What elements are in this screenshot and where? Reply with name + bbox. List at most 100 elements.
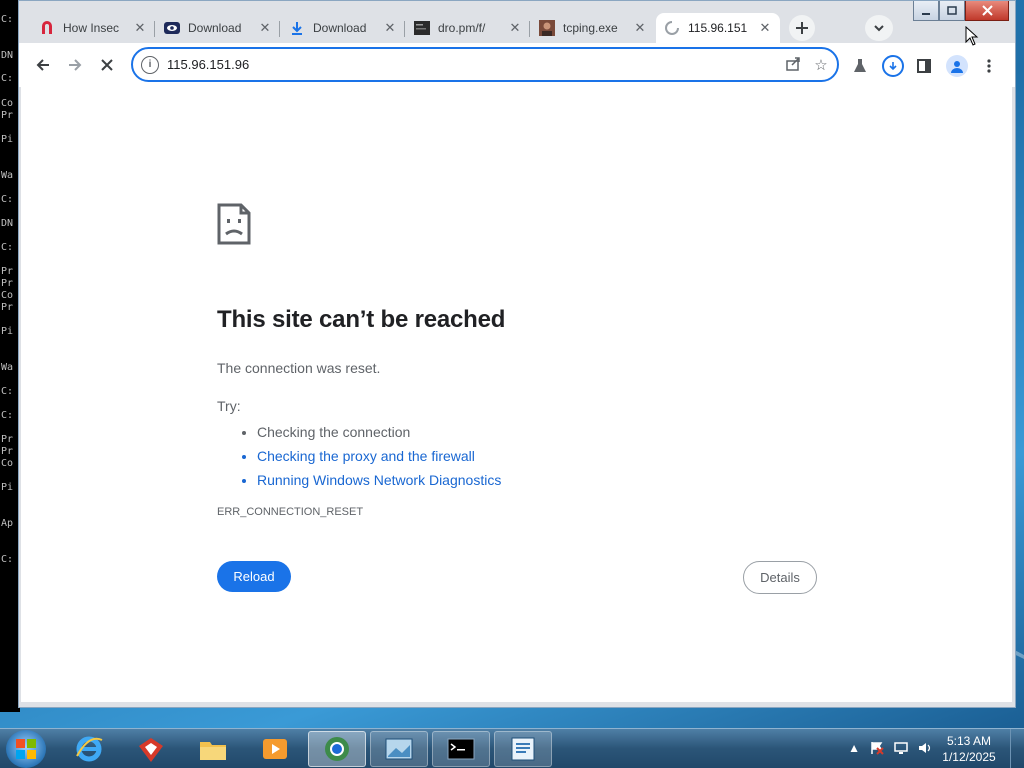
cmd-line: Pi [1,482,14,493]
chevron-down-icon [874,25,884,32]
page-content: This site can’t be reached The connectio… [21,87,1012,702]
window-controls [913,1,1009,21]
tab-close-icon[interactable]: ✕ [633,20,647,36]
cmd-line: DN [1,218,14,229]
tab-close-icon[interactable]: ✕ [508,20,522,36]
taskbar-window-2[interactable] [370,731,428,767]
tab-tcping[interactable]: tcping.exe ✕ [531,13,655,43]
share-icon[interactable] [781,55,805,75]
cmd-line: Co [1,98,14,109]
stop-loading-button[interactable] [93,51,121,79]
clock-time: 5:13 AM [946,734,992,748]
tab-close-icon[interactable]: ✕ [383,20,397,36]
cmd-line: Pr [1,110,14,121]
tab-how-insec[interactable]: How Insec ✕ [31,13,155,43]
taskbar-explorer[interactable] [184,731,242,767]
forward-button[interactable] [61,51,89,79]
taskbar-notepad[interactable] [494,731,552,767]
tab-separator [404,21,405,37]
cmd-line: C: [1,14,14,25]
taskbar-cmd[interactable] [432,731,490,767]
tab-dro-pm[interactable]: dro.pm/f/ ✕ [406,13,530,43]
start-button[interactable] [6,730,46,768]
labs-flask-icon[interactable] [849,55,871,77]
try-label: Try: [217,398,241,414]
taskbar: ▲ 5:13 AM 1/12/2025 [0,728,1024,768]
tray-expand-icon[interactable]: ▲ [848,741,860,755]
suggestion-proxy-firewall-link[interactable]: Checking the proxy and the firewall [257,444,817,468]
error-subtitle: The connection was reset. [217,360,381,376]
red-box-icon [139,738,163,762]
bookmark-star-icon[interactable]: ☆ [809,56,833,74]
tab-title: dro.pm/f/ [438,21,486,35]
sad-page-icon [217,203,251,245]
browser-toolbar: i 115.96.151.96 ☆ [19,43,1015,87]
show-desktop-button[interactable] [1010,729,1024,768]
cmd-line: Co [1,290,14,301]
cmd-line: Pi [1,326,14,337]
tab-active-ip[interactable]: 115.96.151 ✕ [656,13,780,43]
new-tab-button[interactable] [789,15,815,41]
taskbar-media-player[interactable] [246,731,304,767]
reload-button[interactable]: Reload [217,561,291,592]
screenshot-window-icon [385,738,413,760]
taskbar-clock[interactable]: 5:13 AM 1/12/2025 [938,733,1000,765]
close-window-button[interactable] [965,1,1009,21]
tab-title: Download [188,21,242,35]
action-center-flag-icon[interactable] [870,741,884,755]
cmd-line: Pr [1,302,14,313]
cmd-line: Wa [1,362,14,373]
cmd-line: Ap [1,518,14,529]
restore-icon [947,5,957,15]
taskbar-ie[interactable] [60,731,118,767]
side-panel-icon[interactable] [913,55,935,77]
url-text[interactable]: 115.96.151.96 [167,57,781,72]
cmd-line: C: [1,194,14,205]
command-prompt-window[interactable]: C: DN C: Co Pr Pi Wa C: DN C: Pr Pr Co P… [0,0,20,712]
tab-separator [529,21,530,37]
document-window-icon [511,737,535,761]
tab-title: Download [313,21,367,35]
close-icon [981,5,993,16]
maximize-button[interactable] [939,1,965,21]
profile-avatar-icon[interactable] [946,55,968,77]
cmd-line: C: [1,410,14,421]
downloads-icon[interactable] [882,55,904,77]
address-bar[interactable]: i 115.96.151.96 ☆ [131,47,839,82]
details-button[interactable]: Details [743,561,817,594]
browser-window: How Insec ✕ Download ✕ Download ✕ dro.pm… [18,0,1016,708]
browser-globe-icon [325,737,349,761]
cmd-line: Pi [1,134,14,145]
tab-close-icon[interactable]: ✕ [758,20,772,36]
loading-spinner-icon [664,20,680,36]
download-arrow-icon [289,20,305,36]
stop-x-icon [101,59,113,71]
tab-download-1[interactable]: Download ✕ [156,13,280,43]
menu-kebab-icon[interactable] [978,55,1000,77]
cmd-line: C: [1,386,14,397]
tab-search-button[interactable] [865,15,893,41]
taskbar-chrome[interactable] [308,731,366,767]
clock-date: 1/12/2025 [942,750,996,764]
internet-explorer-icon [76,736,103,762]
error-code: ERR_CONNECTION_RESET [217,506,364,518]
tab-separator [279,21,280,37]
volume-icon[interactable] [918,741,932,755]
tab-download-2[interactable]: Download ✕ [281,13,405,43]
arrow-right-icon [69,59,82,71]
tab-close-icon[interactable]: ✕ [133,20,147,36]
tab-separator [154,21,155,37]
minimize-icon [922,12,930,15]
site-info-icon[interactable]: i [141,55,159,74]
terminal-thumbnail-icon [414,20,430,36]
cmd-line: C: [1,242,14,253]
avatar-photo-icon [539,20,555,36]
tab-close-icon[interactable]: ✕ [258,20,272,36]
back-button[interactable] [29,51,57,79]
cmd-line: Pr [1,446,14,457]
system-tray: ▲ [848,741,932,755]
network-icon[interactable] [894,741,908,755]
cmd-prompt-icon [447,738,475,760]
taskbar-app-red[interactable] [122,731,180,767]
suggestion-network-diagnostics-link[interactable]: Running Windows Network Diagnostics [257,468,817,492]
